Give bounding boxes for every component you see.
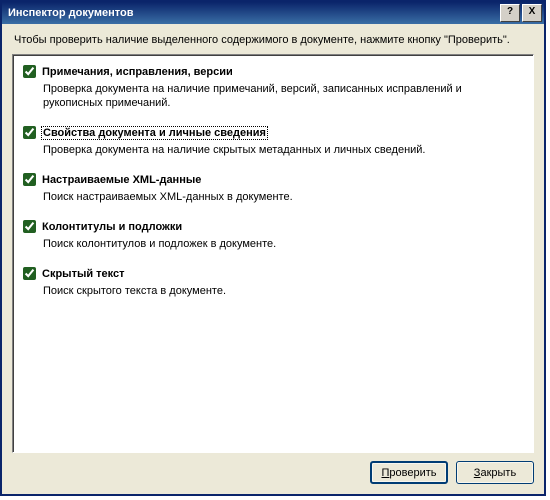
option-description: Поиск скрытого текста в документе. — [43, 284, 523, 298]
option-checkbox[interactable] — [23, 267, 36, 280]
document-inspector-dialog: Инспектор документов ? X Чтобы проверить… — [0, 0, 546, 496]
inspector-option: Скрытый текст Поиск скрытого текста в док… — [23, 267, 525, 298]
inspector-option: Свойства документа и личные сведения Пров… — [23, 126, 525, 157]
titlebar-buttons: ? X — [500, 4, 542, 22]
inspector-option: Примечания, исправления, версии Проверка … — [23, 65, 525, 110]
close-button[interactable]: Закрыть — [456, 461, 534, 484]
option-header: Настраиваемые XML-данные — [23, 173, 525, 186]
option-header: Примечания, исправления, версии — [23, 65, 525, 78]
option-header: Скрытый текст — [23, 267, 525, 280]
inspector-options-panel: Примечания, исправления, версии Проверка … — [12, 54, 534, 453]
option-header: Колонтитулы и подложки — [23, 220, 525, 233]
titlebar: Инспектор документов ? X — [2, 2, 544, 24]
option-title[interactable]: Примечания, исправления, версии — [42, 66, 233, 78]
option-description: Проверка документа на наличие скрытых ме… — [43, 143, 523, 157]
option-checkbox[interactable] — [23, 220, 36, 233]
inspector-option: Колонтитулы и подложки Поиск колонтитулов… — [23, 220, 525, 251]
option-checkbox[interactable] — [23, 126, 36, 139]
option-title[interactable]: Настраиваемые XML-данные — [42, 174, 201, 186]
window-title: Инспектор документов — [8, 7, 500, 19]
instruction-text: Чтобы проверить наличие выделенного соде… — [2, 24, 544, 54]
option-title[interactable]: Свойства документа и личные сведения — [42, 127, 267, 139]
option-header: Свойства документа и личные сведения — [23, 126, 525, 139]
option-description: Поиск настраиваемых XML-данных в докумен… — [43, 190, 523, 204]
close-window-button[interactable]: X — [522, 4, 542, 22]
dialog-button-row: Проверить Закрыть — [2, 461, 544, 494]
help-button[interactable]: ? — [500, 4, 520, 22]
option-description: Поиск колонтитулов и подложек в документ… — [43, 237, 523, 251]
option-checkbox[interactable] — [23, 173, 36, 186]
inspector-option: Настраиваемые XML-данные Поиск настраивае… — [23, 173, 525, 204]
option-title[interactable]: Скрытый текст — [42, 268, 125, 280]
option-description: Проверка документа на наличие примечаний… — [43, 82, 523, 110]
inspect-button[interactable]: Проверить — [370, 461, 448, 484]
option-title[interactable]: Колонтитулы и подложки — [42, 221, 182, 233]
option-checkbox[interactable] — [23, 65, 36, 78]
